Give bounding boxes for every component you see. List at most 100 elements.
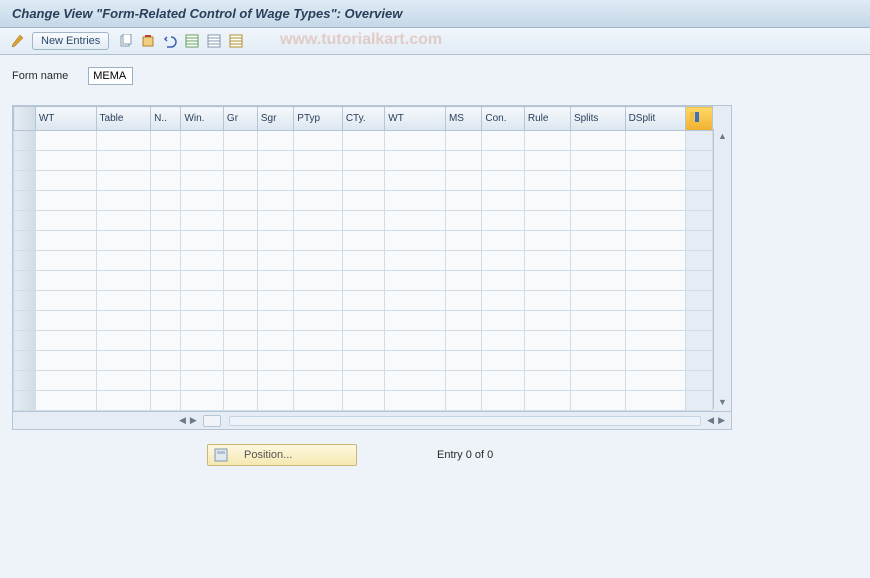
table-cell[interactable] [35, 391, 96, 411]
table-cell[interactable] [151, 371, 181, 391]
table-cell[interactable] [342, 231, 384, 251]
table-cell[interactable] [482, 351, 524, 371]
table-cell[interactable] [445, 351, 481, 371]
table-cell[interactable] [445, 291, 481, 311]
table-cell[interactable] [342, 311, 384, 331]
table-cell[interactable] [524, 231, 570, 251]
table-cell[interactable] [385, 231, 446, 251]
table-cell[interactable] [257, 331, 293, 351]
table-cell[interactable] [223, 171, 257, 191]
table-cell[interactable] [385, 291, 446, 311]
table-cell[interactable] [342, 171, 384, 191]
table-cell[interactable] [294, 251, 343, 271]
col-header[interactable]: Rule [524, 107, 570, 131]
table-cell[interactable] [96, 211, 151, 231]
table-cell[interactable] [570, 211, 625, 231]
hscroll-track[interactable] [229, 416, 701, 426]
row-selector[interactable] [14, 391, 36, 411]
table-cell[interactable] [524, 331, 570, 351]
row-selector[interactable] [14, 271, 36, 291]
table-cell[interactable] [181, 271, 223, 291]
table-cell[interactable] [445, 331, 481, 351]
table-cell[interactable] [482, 191, 524, 211]
table-cell[interactable] [151, 231, 181, 251]
table-cell[interactable] [294, 391, 343, 411]
col-header[interactable]: MS [445, 107, 481, 131]
row-selector[interactable] [14, 231, 36, 251]
col-header[interactable]: CTy. [342, 107, 384, 131]
table-cell[interactable] [35, 311, 96, 331]
table-cell[interactable] [625, 311, 686, 331]
table-cell[interactable] [294, 351, 343, 371]
table-cell[interactable] [223, 331, 257, 351]
row-selector[interactable] [14, 371, 36, 391]
scroll-up-icon[interactable]: ▲ [718, 131, 727, 141]
table-cell[interactable] [625, 371, 686, 391]
table-cell[interactable] [96, 151, 151, 171]
table-cell[interactable] [35, 151, 96, 171]
table-cell[interactable] [35, 291, 96, 311]
table-cell[interactable] [151, 211, 181, 231]
table-cell[interactable] [342, 331, 384, 351]
table-cell[interactable] [625, 391, 686, 411]
table-cell[interactable] [625, 351, 686, 371]
table-cell[interactable] [223, 191, 257, 211]
table-cell[interactable] [181, 231, 223, 251]
table-cell[interactable] [294, 371, 343, 391]
table-cell[interactable] [151, 291, 181, 311]
table-cell[interactable] [482, 231, 524, 251]
table-cell[interactable] [524, 371, 570, 391]
table-cell[interactable] [223, 271, 257, 291]
col-header[interactable]: WT [35, 107, 96, 131]
table-cell[interactable] [294, 231, 343, 251]
table-cell[interactable] [385, 151, 446, 171]
table-cell[interactable] [294, 211, 343, 231]
table-cell[interactable] [223, 371, 257, 391]
table-cell[interactable] [181, 371, 223, 391]
table-cell[interactable] [96, 371, 151, 391]
table-cell[interactable] [570, 171, 625, 191]
table-cell[interactable] [35, 231, 96, 251]
table-cell[interactable] [524, 131, 570, 151]
table-cell[interactable] [570, 351, 625, 371]
table-cell[interactable] [625, 211, 686, 231]
table-cell[interactable] [294, 131, 343, 151]
table-cell[interactable] [35, 371, 96, 391]
table-cell[interactable] [257, 211, 293, 231]
undo-icon[interactable] [161, 32, 179, 50]
table-cell[interactable] [181, 351, 223, 371]
table-cell[interactable] [257, 271, 293, 291]
col-header[interactable]: Table [96, 107, 151, 131]
table-cell[interactable] [96, 351, 151, 371]
table-cell[interactable] [35, 331, 96, 351]
row-selector[interactable] [14, 171, 36, 191]
select-all-header[interactable] [14, 107, 36, 131]
delete-icon[interactable] [139, 32, 157, 50]
table-cell[interactable] [570, 331, 625, 351]
col-header[interactable]: PTyp [294, 107, 343, 131]
table-cell[interactable] [342, 351, 384, 371]
table-cell[interactable] [223, 391, 257, 411]
table-cell[interactable] [342, 371, 384, 391]
table-cell[interactable] [96, 131, 151, 151]
table-cell[interactable] [151, 351, 181, 371]
table-cell[interactable] [223, 131, 257, 151]
table-cell[interactable] [524, 271, 570, 291]
table-cell[interactable] [223, 251, 257, 271]
row-selector[interactable] [14, 331, 36, 351]
table-cell[interactable] [223, 351, 257, 371]
table-cell[interactable] [342, 251, 384, 271]
table-cell[interactable] [482, 371, 524, 391]
table-cell[interactable] [181, 171, 223, 191]
table-cell[interactable] [625, 251, 686, 271]
position-button[interactable]: Position... [207, 444, 357, 466]
table-cell[interactable] [385, 271, 446, 291]
table-cell[interactable] [35, 271, 96, 291]
table-cell[interactable] [151, 151, 181, 171]
table-cell[interactable] [181, 151, 223, 171]
table-cell[interactable] [385, 311, 446, 331]
table-cell[interactable] [524, 151, 570, 171]
table-cell[interactable] [181, 131, 223, 151]
scroll-right2-icon[interactable]: ▶ [716, 415, 727, 426]
table-cell[interactable] [342, 211, 384, 231]
